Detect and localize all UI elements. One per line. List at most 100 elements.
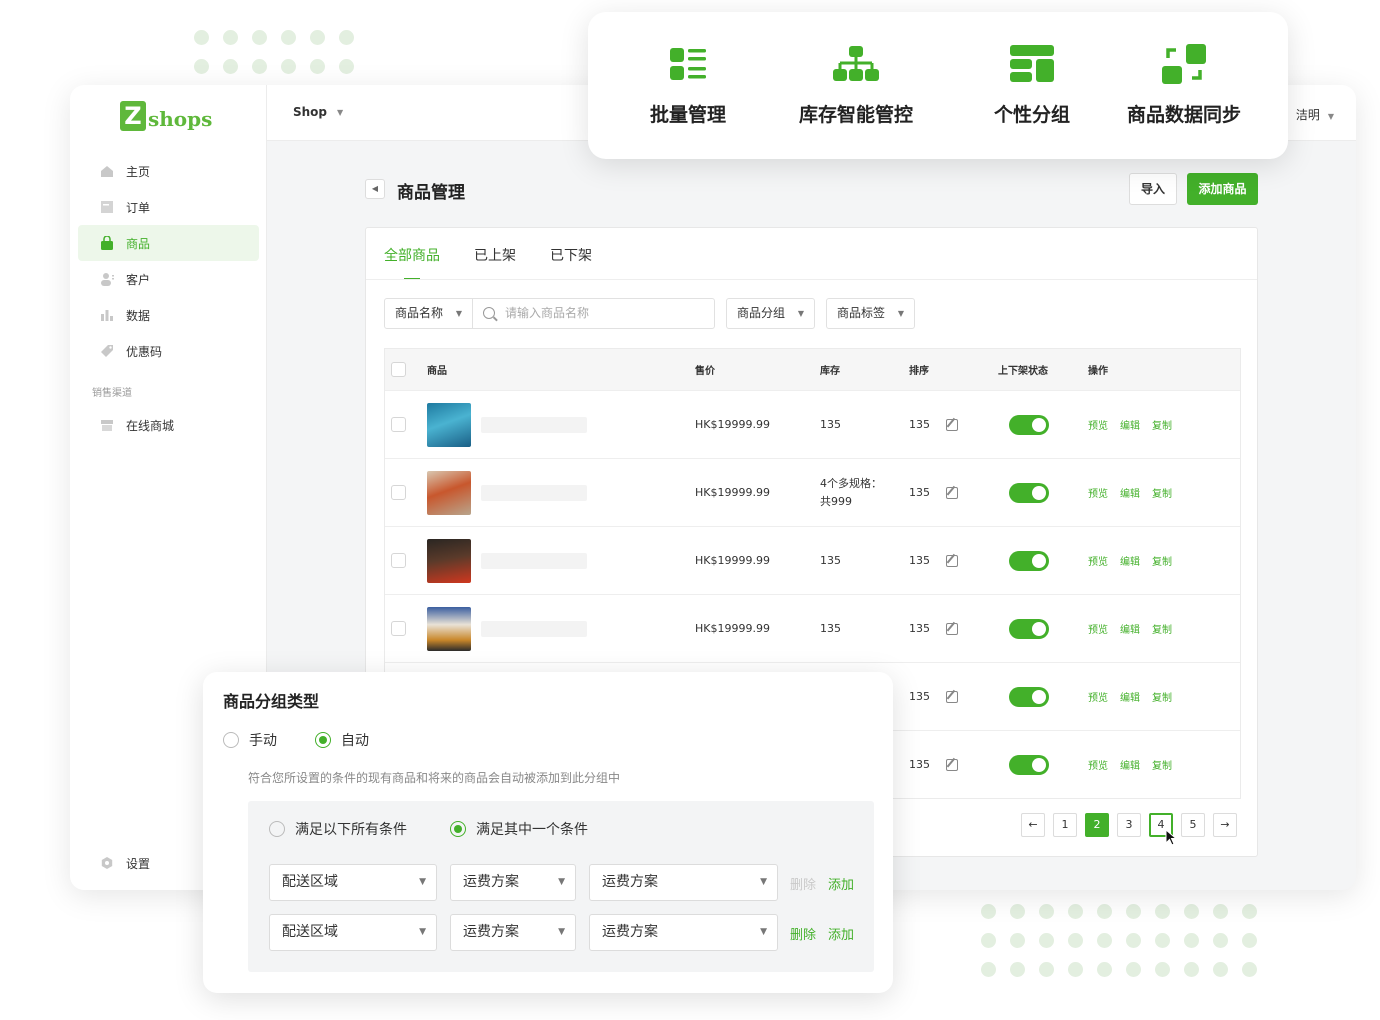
sidebar-item-coupons[interactable]: 优惠码 [78, 333, 259, 369]
edit-icon[interactable] [946, 554, 958, 567]
condition-operator-select[interactable]: 运费方案 ▼ [450, 864, 576, 901]
radio-match-any[interactable]: 满足其中一个条件 [450, 819, 588, 839]
page-button-5[interactable]: 5 [1181, 813, 1205, 837]
chevron-down-icon: ▼ [1327, 112, 1334, 121]
table-header: 商品 售价 库存 排序 上下架状态 操作 [385, 349, 1240, 390]
feature-label: 商品数据同步 [1126, 104, 1241, 126]
product-thumbnail[interactable] [427, 402, 471, 447]
tab-listed[interactable]: 已上架 [474, 228, 516, 278]
edit-icon[interactable] [946, 486, 958, 499]
product-thumbnail[interactable] [427, 470, 471, 515]
back-button[interactable]: ◀ [365, 179, 385, 199]
sidebar-item-label: 商品 [126, 236, 151, 251]
add-product-button[interactable]: 添加商品 [1187, 173, 1258, 205]
add-condition-link[interactable]: 添加 [828, 874, 854, 893]
preview-link[interactable]: 预览 [1088, 621, 1108, 636]
brand-logo[interactable]: Z shops [120, 93, 212, 131]
condition-field-select[interactable]: 配送区域 ▼ [269, 914, 437, 951]
edit-link[interactable]: 编辑 [1120, 621, 1140, 636]
row-checkbox[interactable] [391, 417, 406, 432]
sidebar-item-label: 订单 [126, 200, 151, 215]
status-toggle[interactable] [1009, 414, 1049, 435]
caret-down-icon: ▼ [760, 927, 767, 937]
price-cell: HK$19999.99 [695, 622, 770, 635]
status-cell [1009, 595, 1049, 662]
edit-link[interactable]: 编辑 [1120, 485, 1140, 500]
preview-link[interactable]: 预览 [1088, 417, 1108, 432]
select-value: 商品标签 [837, 306, 886, 320]
caret-down-icon: ▼ [797, 309, 804, 318]
sidebar-item-products[interactable]: 商品 [78, 225, 259, 261]
user-menu[interactable]: 洁明 ▼ [1296, 106, 1334, 123]
copy-link[interactable]: 复制 [1152, 485, 1172, 500]
add-condition-link[interactable]: 添加 [828, 924, 854, 943]
sort-cell: 135 [909, 459, 958, 526]
status-toggle[interactable] [1009, 550, 1049, 571]
condition-operator-select[interactable]: 运费方案 ▼ [450, 914, 576, 951]
row-checkbox-cell [391, 459, 406, 526]
prev-page-button[interactable]: ← [1021, 813, 1045, 837]
radio-manual[interactable]: 手动 [223, 730, 277, 750]
edit-icon[interactable] [946, 758, 958, 771]
copy-link[interactable]: 复制 [1152, 417, 1172, 432]
stock-cell: 135 [820, 622, 841, 635]
radio-auto[interactable]: 自动 [315, 730, 369, 750]
sidebar-item-data[interactable]: 数据 [78, 297, 259, 333]
page-button-3[interactable]: 3 [1117, 813, 1141, 837]
sidebar-item-customers[interactable]: 客户 [78, 261, 259, 297]
edit-icon[interactable] [946, 418, 958, 431]
group-filter-select[interactable]: 商品分组 ▼ [726, 298, 815, 329]
copy-link[interactable]: 复制 [1152, 689, 1172, 704]
sidebar-item-home[interactable]: 主页 [78, 153, 259, 189]
tab-all-products[interactable]: 全部商品 [384, 228, 440, 280]
edit-link[interactable]: 编辑 [1120, 553, 1140, 568]
page-button-2[interactable]: 2 [1085, 813, 1109, 837]
radio-match-all[interactable]: 满足以下所有条件 [269, 819, 407, 839]
copy-link[interactable]: 复制 [1152, 621, 1172, 636]
edit-link[interactable]: 编辑 [1120, 757, 1140, 772]
edit-icon[interactable] [946, 690, 958, 703]
edit-link[interactable]: 编辑 [1120, 689, 1140, 704]
bag-icon [100, 235, 114, 250]
edit-link[interactable]: 编辑 [1120, 417, 1140, 432]
sidebar-item-label: 优惠码 [126, 344, 163, 359]
preview-link[interactable]: 预览 [1088, 757, 1108, 772]
gear-icon [100, 856, 114, 870]
product-search-input[interactable]: 请输入商品名称 [472, 298, 715, 329]
sort-cell: 135 [909, 663, 958, 730]
preview-link[interactable]: 预览 [1088, 485, 1108, 500]
row-checkbox[interactable] [391, 621, 406, 636]
status-toggle[interactable] [1009, 754, 1049, 775]
page-button-1[interactable]: 1 [1053, 813, 1077, 837]
row-checkbox[interactable] [391, 485, 406, 500]
next-page-button[interactable]: → [1213, 813, 1237, 837]
product-thumbnail[interactable] [427, 606, 471, 651]
actions-cell: 预览 编辑 复制 [1088, 595, 1184, 662]
select-all-checkbox[interactable] [391, 362, 406, 377]
search-field-select[interactable]: 商品名称 ▼ [384, 298, 473, 329]
conditions-panel: 满足以下所有条件 满足其中一个条件 配送区域 ▼ 运费方案 ▼ 运费方案 ▼ 删除 添… [248, 801, 874, 972]
condition-field-select[interactable]: 配送区域 ▼ [269, 864, 437, 901]
sidebar-section-label: 销售渠道 [92, 388, 132, 399]
condition-value-select[interactable]: 运费方案 ▼ [589, 914, 778, 951]
copy-link[interactable]: 复制 [1152, 757, 1172, 772]
tab-unlisted[interactable]: 已下架 [550, 228, 592, 278]
condition-value-select[interactable]: 运费方案 ▼ [589, 864, 778, 901]
status-toggle[interactable] [1009, 618, 1049, 639]
edit-icon[interactable] [946, 622, 958, 635]
shop-switcher[interactable]: Shop ▼ [293, 105, 343, 119]
product-thumbnail[interactable] [427, 538, 471, 583]
price-cell: HK$19999.99 [695, 418, 770, 431]
copy-link[interactable]: 复制 [1152, 553, 1172, 568]
status-toggle[interactable] [1009, 686, 1049, 707]
row-checkbox[interactable] [391, 553, 406, 568]
delete-condition-link[interactable]: 删除 [790, 924, 816, 943]
status-toggle[interactable] [1009, 482, 1049, 503]
preview-link[interactable]: 预览 [1088, 689, 1108, 704]
tag-filter-select[interactable]: 商品标签 ▼ [826, 298, 915, 329]
import-button[interactable]: 导入 [1129, 173, 1177, 205]
select-value: 运费方案 [602, 874, 658, 890]
sidebar-item-online-store[interactable]: 在线商城 [78, 407, 259, 443]
sidebar-item-orders[interactable]: 订单 [78, 189, 259, 225]
preview-link[interactable]: 预览 [1088, 553, 1108, 568]
